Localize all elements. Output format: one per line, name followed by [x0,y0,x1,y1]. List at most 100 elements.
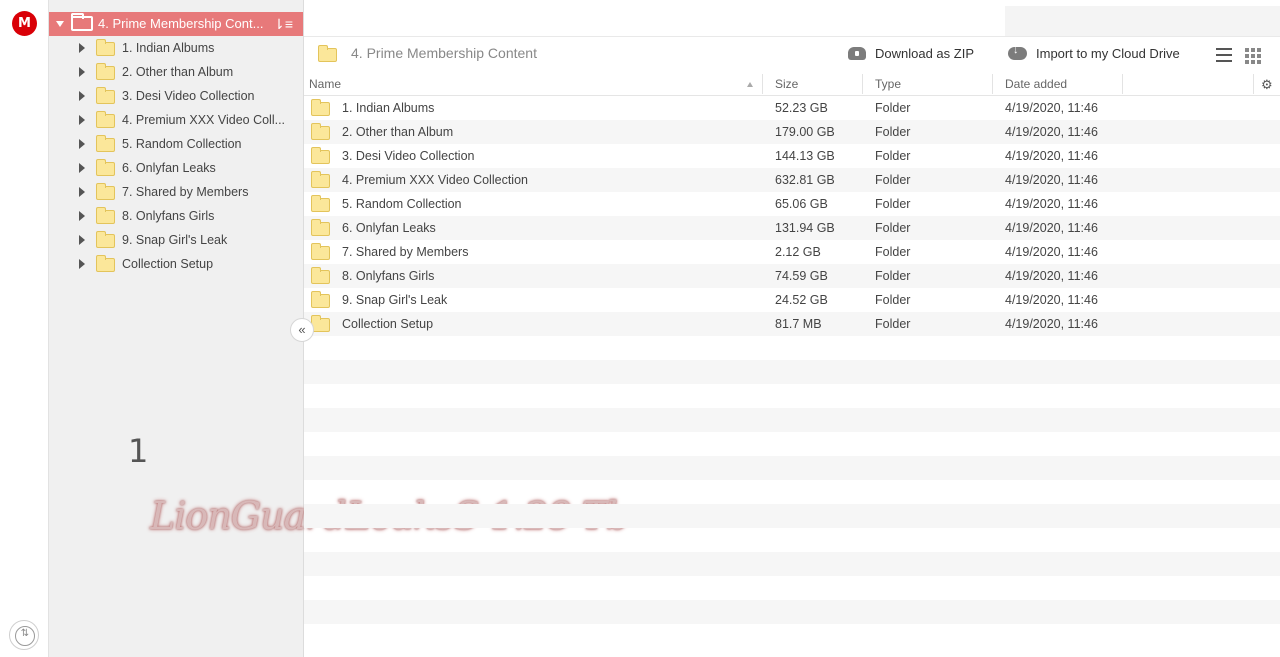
folder-icon [96,111,115,128]
file-date-added: 4/19/2020, 11:46 [1005,101,1098,115]
tree-root-item[interactable]: 4. Prime Membership Cont... ⇂≡ [49,12,303,36]
table-row[interactable]: 8. Onlyfans Girls 74.59 GB Folder 4/19/2020… [304,264,1280,288]
table-row[interactable]: 9. Snap Girl's Leak 24.52 GB Folder 4/19/20… [304,288,1280,312]
table-row[interactable]: 1. Indian Albums 52.23 GB Folder 4/19/2020,… [304,96,1280,120]
file-name: 8. Onlyfans Girls [342,269,435,283]
tree-item-label: 3. Desi Video Collection [122,89,255,103]
file-size: 179.00 GB [775,125,835,139]
table-row[interactable]: 6. Onlyfan Leaks 131.94 GB Folder 4/19/2020… [304,216,1280,240]
empty-row [304,360,1280,384]
file-type: Folder [875,149,911,163]
file-size: 632.81 GB [775,173,835,187]
mega-logo-icon[interactable]: M [12,11,37,36]
table-row[interactable]: 4. Premium XXX Video Collection 632.81 GB… [304,168,1280,192]
sort-ascending-icon[interactable] [747,82,753,87]
cloud-import-icon [1008,44,1027,60]
file-type: Folder [875,317,911,331]
gear-icon[interactable]: ⚙ [1261,77,1273,93]
tree-item[interactable]: 2. Other than Album [49,60,303,84]
expand-arrow-icon[interactable] [79,211,85,221]
expand-arrow-icon[interactable] [79,187,85,197]
file-name: 5. Random Collection [342,197,462,211]
column-type[interactable]: Type [875,77,901,91]
tree-item-label: 4. Premium XXX Video Coll... [122,113,286,127]
file-type: Folder [875,269,911,283]
tree-item-label: 5. Random Collection [122,137,242,151]
tree-item-label: Collection Setup [122,257,214,271]
empty-row [304,600,1280,624]
empty-row [304,384,1280,408]
folder-icon [96,159,115,176]
download-icon [848,47,866,60]
download-zip-label: Download as ZIP [875,46,974,61]
file-size: 24.52 GB [775,293,828,307]
expand-arrow-icon[interactable] [79,91,85,101]
expand-arrow-icon[interactable] [79,163,85,173]
transfers-icon[interactable]: ⇅ [9,620,39,650]
file-type: Folder [875,125,911,139]
column-size[interactable]: Size [775,77,798,91]
file-date-added: 4/19/2020, 11:46 [1005,197,1098,211]
import-cloud-drive-button[interactable]: Import to my Cloud Drive [1008,44,1180,61]
file-name: 3. Desi Video Collection [342,149,475,163]
download-zip-button[interactable]: Download as ZIP [848,46,974,61]
tree-list: 1. Indian Albums 2. Other than Album 3. De… [49,36,303,276]
column-date-added[interactable]: Date added [1005,77,1067,91]
tree-item[interactable]: 3. Desi Video Collection [49,84,303,108]
left-rail: M ⇅ [0,0,49,657]
tree-item-label: 1. Indian Albums [122,41,215,55]
overlay-number: 1 [128,432,149,470]
open-folder-icon [71,13,93,31]
expand-arrow-icon[interactable] [79,235,85,245]
tree-item[interactable]: 7. Shared by Members [49,180,303,204]
table-row[interactable]: 5. Random Collection 65.06 GB Folder 4/19/2… [304,192,1280,216]
file-name: 9. Snap Girl's Leak [342,293,448,307]
collapse-panel-button[interactable]: « [290,318,314,342]
expand-caret-icon[interactable] [56,21,64,27]
expand-arrow-icon[interactable] [79,259,85,269]
file-date-added: 4/19/2020, 11:46 [1005,293,1098,307]
column-name[interactable]: Name [309,77,341,91]
tree-item[interactable]: 8. Onlyfans Girls [49,204,303,228]
folder-icon [311,147,330,164]
expand-arrow-icon[interactable] [79,67,85,77]
tree-item[interactable]: 6. Onlyfan Leaks [49,156,303,180]
file-type: Folder [875,197,911,211]
folder-icon [96,135,115,152]
file-list: 1. Indian Albums 52.23 GB Folder 4/19/2020,… [304,96,1280,657]
empty-row [304,408,1280,432]
list-view-icon[interactable] [1216,48,1232,62]
expand-arrow-icon[interactable] [79,43,85,53]
tree-item[interactable]: 1. Indian Albums [49,36,303,60]
tree-item[interactable]: Collection Setup [49,252,303,276]
file-date-added: 4/19/2020, 11:46 [1005,269,1098,283]
table-row[interactable]: 7. Shared by Members 2.12 GB Folder 4/19/20… [304,240,1280,264]
file-size: 2.12 GB [775,245,821,259]
tree-item-label: 6. Onlyfan Leaks [122,161,216,175]
tree-root-label: 4. Prime Membership Cont... [98,16,264,31]
folder-icon [311,123,330,140]
tree-item[interactable]: 5. Random Collection [49,132,303,156]
breadcrumb[interactable]: 4. Prime Membership Content [351,45,537,61]
folder-icon [96,207,115,224]
empty-row [304,624,1280,648]
folder-icon [311,267,330,284]
expand-arrow-icon[interactable] [79,115,85,125]
file-name: 2. Other than Album [342,125,454,139]
file-name: 7. Shared by Members [342,245,469,259]
folder-icon [96,39,115,56]
tree-item-label: 7. Shared by Members [122,185,249,199]
table-row[interactable]: 2. Other than Album 179.00 GB Folder 4/19/2… [304,120,1280,144]
file-size: 81.7 MB [775,317,822,331]
tree-item[interactable]: 9. Snap Girl's Leak [49,228,303,252]
grid-view-icon[interactable] [1245,48,1261,64]
sort-icon[interactable]: ⇂≡ [273,15,293,33]
folder-icon [96,255,115,272]
table-row[interactable]: 3. Desi Video Collection 144.13 GB Folder 4… [304,144,1280,168]
file-date-added: 4/19/2020, 11:46 [1005,173,1098,187]
tree-item[interactable]: 4. Premium XXX Video Coll... [49,108,303,132]
toolbar: 4. Prime Membership Content Download as … [304,36,1280,72]
expand-arrow-icon[interactable] [79,139,85,149]
tree-item-label: 8. Onlyfans Girls [122,209,215,223]
table-row[interactable]: Collection Setup 81.7 MB Folder 4/19/2020, … [304,312,1280,336]
